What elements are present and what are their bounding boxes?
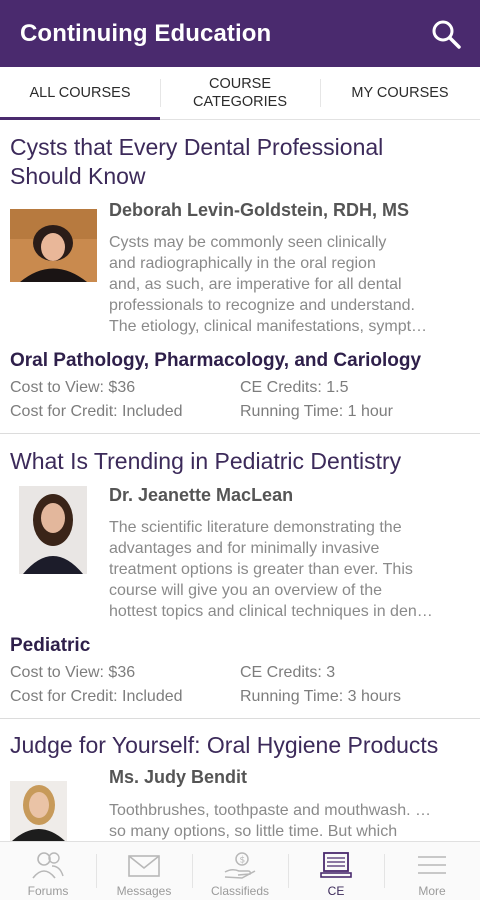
page-title: Continuing Education (20, 20, 272, 47)
description-line: treatment options is greater than ever. … (109, 561, 413, 578)
course-title[interactable]: Judge for Yourself: Oral Hygiene Product… (10, 731, 470, 760)
description-line: advantages and for minimally invasive (109, 540, 380, 557)
course-list[interactable]: Cysts that Every Dental Professional Sho… (0, 121, 480, 841)
course-description: The scientific literature demonstrating … (109, 517, 469, 623)
bottom-nav: Forums Messages $ Classifieds CE More (0, 841, 480, 900)
nav-ce[interactable]: CE (288, 842, 384, 900)
instructor-name: Deborah Levin-Goldstein, RDH, MS (109, 200, 410, 220)
description-line: The scientific literature demonstrating … (109, 519, 402, 536)
nav-messages-label: Messages (116, 884, 172, 898)
description-line: Cysts may be commonly seen clinically (109, 234, 387, 251)
description-line: and, as such, are imperative for all den… (109, 276, 402, 293)
ce-credits: CE Credits: 3 (240, 664, 336, 681)
course-card[interactable]: Cysts that Every Dental Professional Sho… (0, 121, 480, 434)
cost-to-view: Cost to View: $36 (10, 379, 136, 396)
cost-to-view: Cost to View: $36 (10, 664, 136, 681)
monitor-icon (320, 852, 352, 878)
tab-course-categories-label: COURSE CATEGORIES (193, 76, 287, 110)
tab-course-categories[interactable]: COURSE CATEGORIES (160, 67, 320, 119)
running-time: Running Time: 3 hours (240, 688, 401, 705)
nav-classifieds-label: Classifieds (210, 884, 270, 898)
ce-credits: CE Credits: 1.5 (240, 379, 349, 396)
tab-all-courses[interactable]: ALL COURSES (0, 67, 160, 120)
search-icon[interactable] (430, 18, 462, 50)
cost-for-credit: Cost for Credit: Included (10, 688, 183, 705)
cost-for-credit: Cost for Credit: Included (10, 403, 183, 420)
tab-my-courses-label: MY COURSES (351, 85, 449, 101)
nav-forums[interactable]: Forums (0, 842, 96, 900)
course-description: Toothbrushes, toothpaste and mouthwash. … (109, 800, 469, 841)
running-time: Running Time: 1 hour (240, 403, 393, 420)
users-icon (32, 852, 64, 879)
description-line: professionals to recognize and understan… (109, 297, 415, 314)
nav-messages[interactable]: Messages (96, 842, 192, 900)
course-title[interactable]: What Is Trending in Pediatric Dentistry (10, 447, 470, 476)
menu-icon (418, 856, 446, 874)
course-card[interactable]: What Is Trending in Pediatric Dentistry … (0, 434, 480, 719)
nav-classifieds[interactable]: $ Classifieds (192, 842, 288, 900)
nav-more[interactable]: More (384, 842, 480, 900)
course-title-line: Cysts that Every Dental Professional (10, 134, 384, 160)
svg-text:$: $ (240, 856, 246, 866)
description-line: so many options, so little time. But whi… (109, 823, 398, 840)
app-bar: Continuing Education (0, 0, 480, 67)
description-line: and radiographically in the oral region (109, 255, 376, 272)
instructor-name: Ms. Judy Bendit (109, 767, 248, 787)
description-line: hottest topics and clinical techniques i… (109, 603, 433, 620)
nav-more-label: More (418, 884, 446, 898)
course-tabs: ALL COURSES COURSE CATEGORIES MY COURSES (0, 67, 480, 120)
description-line: Toothbrushes, toothpaste and mouthwash. … (109, 802, 431, 819)
instructor-photo (19, 486, 87, 574)
envelope-icon (128, 855, 160, 877)
nav-ce-label: CE (327, 884, 345, 898)
hand-money-icon: $ (224, 852, 256, 879)
tab-my-courses[interactable]: MY COURSES (320, 67, 480, 119)
course-title-line: Should Know (10, 163, 146, 189)
instructor-photo (10, 781, 67, 841)
instructor-name: Dr. Jeanette MacLean (109, 485, 294, 505)
course-category: Pediatric (10, 635, 91, 656)
course-card[interactable]: Judge for Yourself: Oral Hygiene Product… (0, 719, 480, 841)
instructor-photo (10, 209, 97, 282)
description-line: course will give you an overview of the (109, 582, 383, 599)
tab-all-courses-label: ALL COURSES (29, 85, 131, 101)
course-category: Oral Pathology, Pharmacology, and Cariol… (10, 350, 422, 371)
description-line: The etiology, clinical manifestations, s… (109, 318, 428, 335)
course-description: Cysts may be commonly seen clinically an… (109, 232, 469, 338)
course-title[interactable]: Cysts that Every Dental Professional Sho… (10, 133, 470, 191)
nav-forums-label: Forums (27, 884, 69, 898)
